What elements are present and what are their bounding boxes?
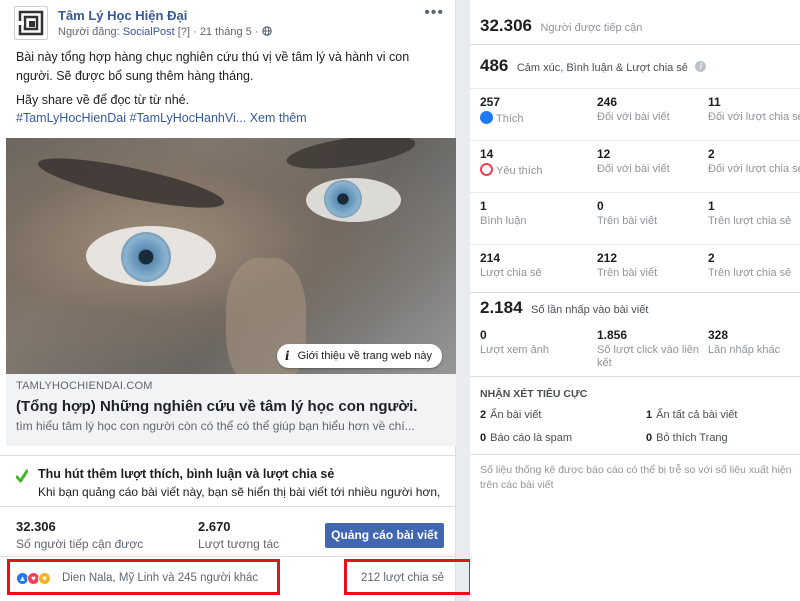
more-options-icon[interactable]: ••• bbox=[424, 4, 444, 22]
loves-on-shares-label: Đối với lượt chia sẻ bbox=[708, 163, 800, 175]
post-header: Tâm Lý Học Hiện Đại Người đăng: SocialPo… bbox=[14, 4, 444, 42]
insights-row-clicks: 0 Lượt xem ảnh 1.856 Số lượt click vào l… bbox=[470, 322, 800, 374]
post-paragraph: Hãy share về để đọc từ từ nhé. bbox=[16, 93, 190, 107]
likes-on-shares: 11 bbox=[708, 95, 721, 109]
love-icon bbox=[480, 163, 493, 176]
comments-label: Bình luận bbox=[480, 215, 527, 227]
site-info-label: Giới thiệu về trang web này bbox=[297, 350, 432, 362]
negative-hide-post: 2 Ẩn bài viết bbox=[480, 409, 542, 421]
shares-on-shares-label: Trên lượt chia sẻ bbox=[708, 267, 792, 279]
reach-value: 32.306 bbox=[16, 519, 56, 534]
boost-post-button[interactable]: Quảng cáo bài viết bbox=[325, 523, 444, 548]
negative-report-spam: 0 Báo cáo là spam bbox=[480, 432, 573, 444]
insights-row-loves: 14 Yêu thích 12 Đối với bài viết 2 Đối v… bbox=[470, 140, 800, 192]
likes-on-post-label: Đối với bài viết bbox=[597, 111, 670, 123]
page-avatar[interactable] bbox=[14, 6, 48, 40]
check-icon bbox=[16, 469, 28, 483]
likes-on-post: 246 bbox=[597, 95, 618, 109]
shares-total: 214 bbox=[480, 251, 501, 265]
insights-reach: 32.306 Người được tiếp cận bbox=[480, 16, 642, 36]
insights-engagement-label: Cảm xúc, Bình luận & Lượt chia sẻ bbox=[516, 62, 688, 74]
posted-by-link[interactable]: SocialPost bbox=[123, 26, 175, 38]
clicks-value: 2.184 bbox=[480, 298, 523, 317]
negative-hide-all: 1 Ẩn tất cả bài viết bbox=[646, 409, 738, 421]
link-title: (Tổng hợp) Những nghiên cứu về tâm lý họ… bbox=[16, 398, 418, 415]
comments-on-shares: 1 bbox=[708, 199, 715, 213]
loves-on-post: 12 bbox=[597, 147, 611, 161]
comments-on-post-label: Trên bài viết bbox=[597, 215, 658, 227]
post-hashtags: #TamLyHocHienDai #TamLyHocHanhVi... Xem … bbox=[16, 111, 307, 125]
promo-banner: Thu hút thêm lượt thích, bình luận và lư… bbox=[0, 455, 456, 507]
shares-on-shares: 2 bbox=[708, 251, 715, 265]
posted-by-label: Người đăng: bbox=[58, 26, 120, 38]
comments-total: 1 bbox=[480, 199, 487, 213]
dot-separator: · bbox=[193, 26, 197, 38]
insights-panel: 32.306 Người được tiếp cận 486 Cảm xúc, … bbox=[470, 0, 800, 601]
insights-clicks: 2.184 Số lần nhấp vào bài viết bbox=[480, 298, 648, 318]
post-message: Bài này tổng hợp hàng chục nghiên cứu th… bbox=[16, 48, 436, 115]
other-clicks-value: 328 bbox=[708, 328, 729, 342]
hashtag-links[interactable]: #TamLyHocHienDai #TamLyHocHanhVi... bbox=[16, 111, 246, 125]
highlight-shares bbox=[344, 559, 472, 595]
comments-on-shares-label: Trên lượt chia sẻ bbox=[708, 215, 792, 227]
shares-on-post: 212 bbox=[597, 251, 618, 265]
shares-on-post-label: Trên bài viết bbox=[597, 267, 658, 279]
photo-views-value: 0 bbox=[480, 328, 487, 342]
loves-label: Yêu thích bbox=[496, 165, 543, 177]
likes-on-shares-label: Đối với lượt chia sẻ bbox=[708, 111, 800, 123]
divider bbox=[470, 454, 800, 455]
post-stats: 32.306 Số người tiếp cận được 2.670 Lượt… bbox=[0, 508, 456, 556]
help-mark[interactable]: [?] bbox=[178, 26, 190, 38]
insights-engagement: 486 Cảm xúc, Bình luận & Lượt chia sẻ i bbox=[480, 56, 707, 76]
link-preview-image[interactable]: i Giới thiệu về trang web này bbox=[6, 138, 456, 374]
clicks-label: Số lần nhấp vào bài viết bbox=[531, 304, 649, 316]
help-icon[interactable]: i bbox=[695, 61, 707, 73]
site-info-button[interactable]: i Giới thiệu về trang web này bbox=[277, 344, 442, 368]
link-description: tìm hiểu tâm lý học con người còn có thể… bbox=[16, 419, 415, 433]
insights-reach-label: Người được tiếp cận bbox=[540, 22, 643, 34]
loves-on-post-label: Đối với bài viết bbox=[597, 163, 670, 175]
post-date[interactable]: 21 tháng 5 bbox=[200, 26, 252, 38]
page-name[interactable]: Tâm Lý Học Hiện Đại bbox=[58, 8, 187, 23]
link-clicks-label: Số lượt click vào liên kết bbox=[597, 344, 700, 369]
post-meta: Người đăng: SocialPost [?] · 21 tháng 5 … bbox=[58, 26, 272, 38]
see-more-link[interactable]: Xem thêm bbox=[250, 111, 307, 125]
insights-row-shares: 214 Lượt chia sẻ 212 Trên bài viết 2 Trê… bbox=[470, 244, 800, 296]
insights-reach-value: 32.306 bbox=[480, 16, 532, 35]
promo-description: Khi bạn quảng cáo bài viết này, bạn sẽ h… bbox=[38, 485, 441, 499]
engagement-label: Lượt tương tác bbox=[198, 537, 280, 551]
loves-total: 14 bbox=[480, 147, 494, 161]
negative-unlike-page: 0 Bỏ thích Trang bbox=[646, 432, 728, 444]
insights-footnote: Số liệu thống kê được báo cáo có thể bị … bbox=[480, 464, 792, 491]
reach-label: Số người tiếp cận được bbox=[16, 537, 144, 551]
insights-engagement-value: 486 bbox=[480, 56, 509, 75]
likes-total: 257 bbox=[480, 95, 501, 109]
comments-on-post: 0 bbox=[597, 199, 604, 213]
link-clicks-value: 1.856 bbox=[597, 328, 628, 342]
info-icon: i bbox=[285, 349, 290, 363]
divider bbox=[470, 292, 800, 293]
dot-separator: · bbox=[254, 26, 259, 38]
post-card: Tâm Lý Học Hiện Đại Người đăng: SocialPo… bbox=[0, 0, 456, 601]
photo-views-label: Lượt xem ảnh bbox=[480, 344, 549, 356]
loves-on-shares: 2 bbox=[708, 147, 715, 161]
engagement-value: 2.670 bbox=[198, 519, 231, 534]
insights-row-likes: 257 Thích 246 Đối với bài viết 11 Đối vớ… bbox=[470, 88, 800, 140]
divider bbox=[470, 376, 800, 377]
other-clicks-label: Lần nhấp khác bbox=[708, 344, 781, 356]
negative-feedback-title: NHẬN XÉT TIÊU CỰC bbox=[480, 388, 588, 400]
divider bbox=[470, 44, 800, 45]
highlight-reactions bbox=[7, 559, 280, 595]
post-paragraph: Bài này tổng hợp hàng chục nghiên cứu th… bbox=[16, 50, 410, 83]
link-preview[interactable]: TAMLYHOCHIENDAI.COM (Tổng hợp) Những ngh… bbox=[6, 374, 456, 446]
promo-title: Thu hút thêm lượt thích, bình luận và lư… bbox=[38, 467, 335, 481]
insights-row-comments: 1 Bình luận 0 Trên bài viết 1 Trên lượt … bbox=[470, 192, 800, 244]
screen: Tâm Lý Học Hiện Đại Người đăng: SocialPo… bbox=[0, 0, 800, 601]
link-domain: TAMLYHOCHIENDAI.COM bbox=[16, 380, 153, 392]
likes-label: Thích bbox=[496, 113, 524, 125]
shares-label: Lượt chia sẻ bbox=[480, 267, 542, 279]
globe-icon bbox=[261, 26, 272, 36]
like-icon bbox=[480, 111, 493, 124]
